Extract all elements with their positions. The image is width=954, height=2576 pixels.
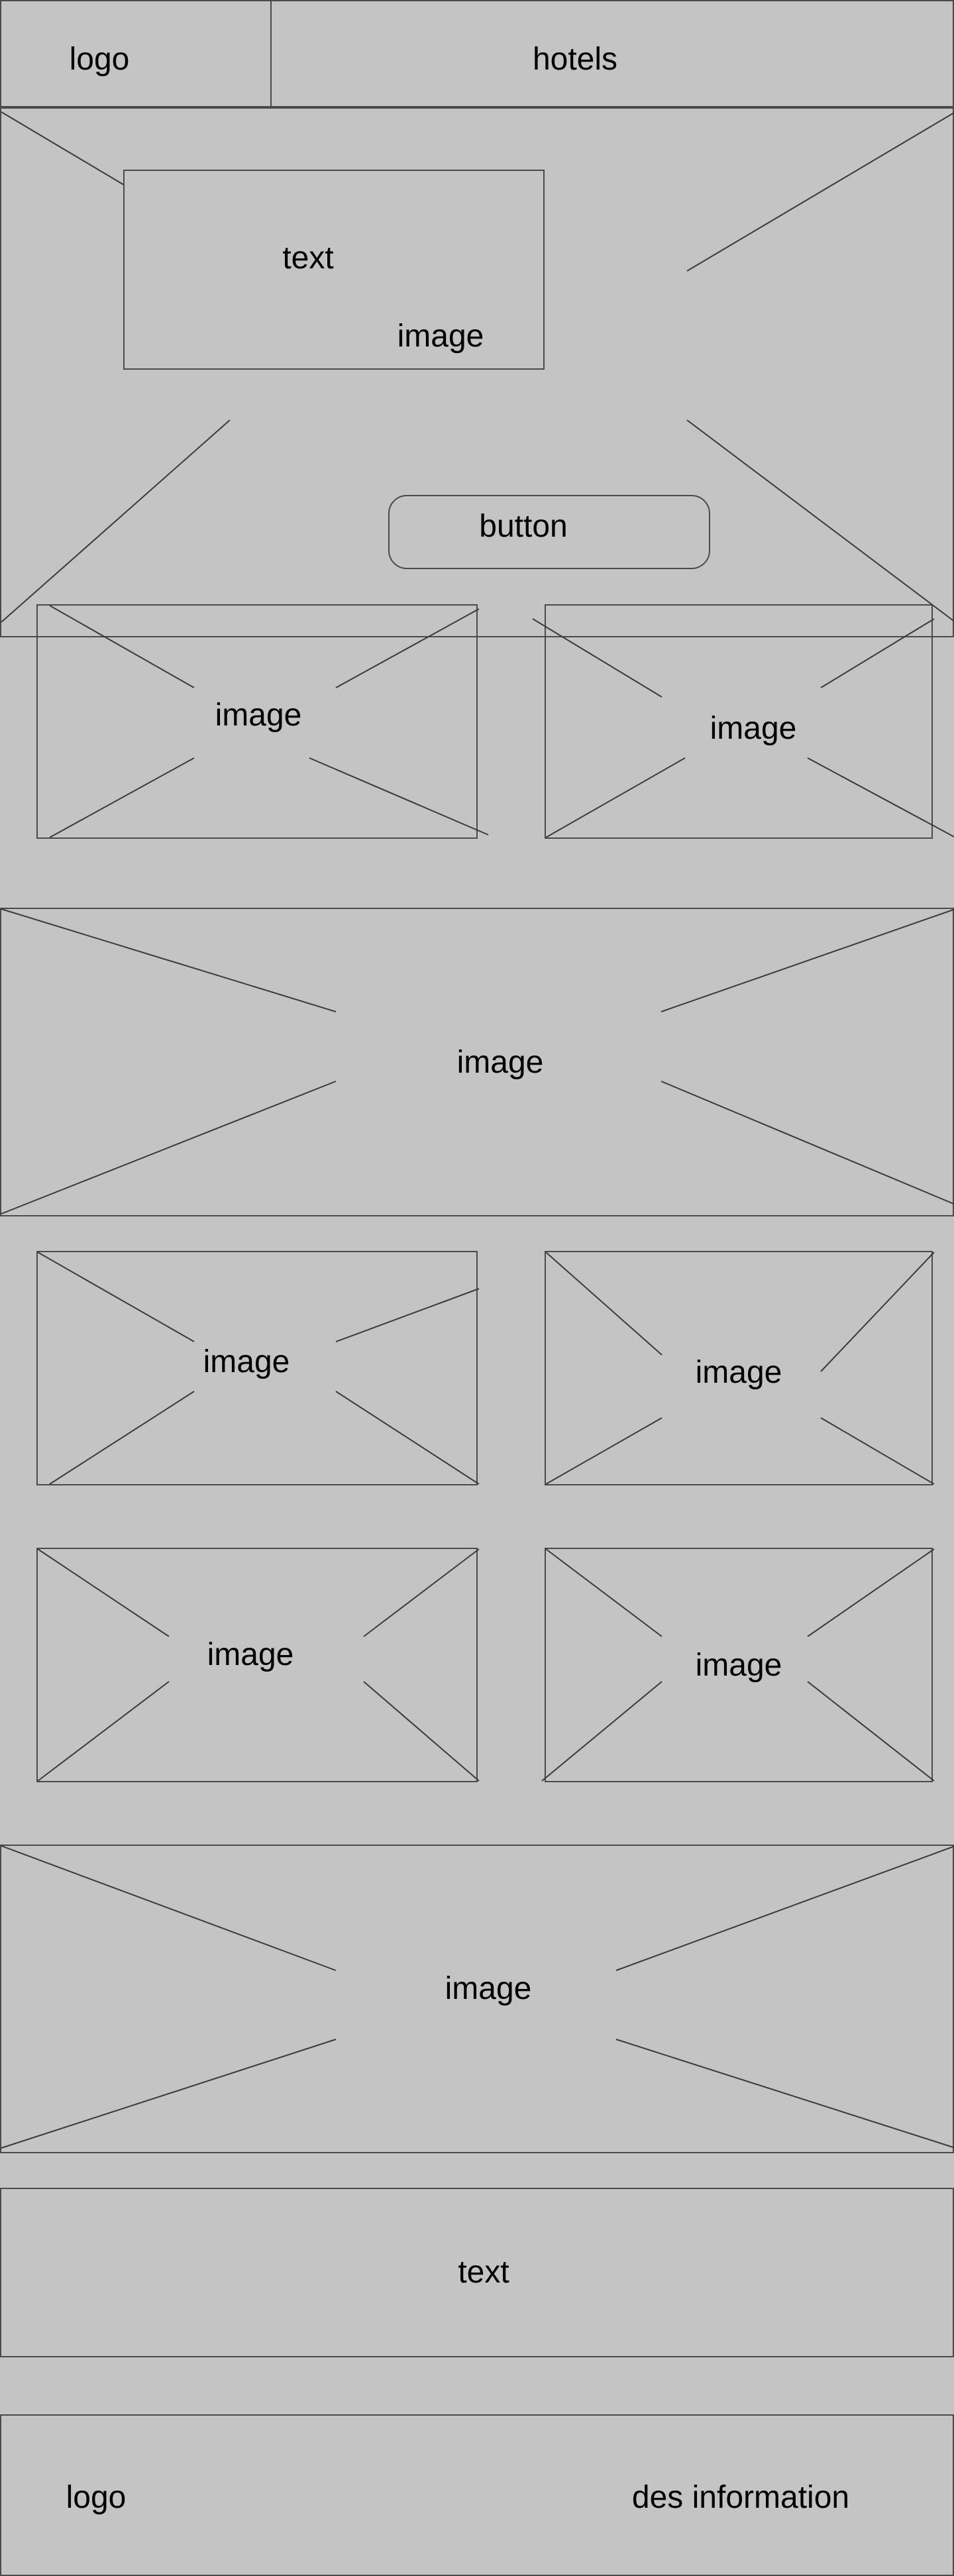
grid-r1-right-label: image: [695, 1355, 782, 1390]
hero-text-label: text: [282, 241, 334, 276]
footer-logo-label[interactable]: logo: [66, 2482, 127, 2514]
hero-button-label: button: [479, 509, 568, 544]
header-nav-hotels[interactable]: hotels: [533, 44, 617, 76]
hero-image-label: image: [397, 319, 484, 354]
grid-r1-left-label: image: [203, 1344, 290, 1379]
banner1-label: image: [456, 1045, 544, 1080]
grid-r2-right-label: image: [695, 1648, 782, 1683]
row1-right-label: image: [710, 711, 797, 746]
header-logo-box[interactable]: [0, 0, 272, 107]
grid-r2-left-label: image: [207, 1637, 294, 1672]
text-block-label: text: [458, 2255, 509, 2290]
banner2-label: image: [445, 1971, 532, 2006]
header-logo-label: logo: [69, 42, 130, 77]
footer-info-label[interactable]: des information: [632, 2482, 849, 2514]
row1-left-label: image: [215, 698, 302, 733]
